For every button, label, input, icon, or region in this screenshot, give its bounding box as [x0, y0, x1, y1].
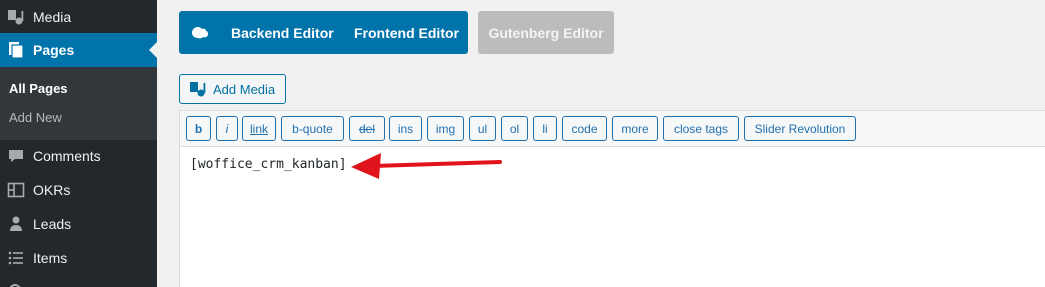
quicktags-toolbar: b i link b-quote del ins img ul ol li co…	[180, 111, 1045, 147]
sidebar-item-label: Leads	[33, 216, 72, 232]
qt-ol-button[interactable]: ol	[501, 116, 528, 141]
sidebar-item-leads[interactable]: Leads	[0, 207, 157, 241]
sidebar-item-items[interactable]: Items	[0, 241, 157, 275]
sidebar-item-label: Items	[33, 250, 68, 266]
submenu-item-all-pages[interactable]: All Pages	[9, 81, 68, 96]
pages-submenu: All Pages Add New	[0, 67, 157, 140]
qt-italic-button[interactable]: i	[216, 116, 238, 141]
comments-icon	[6, 146, 26, 166]
qt-close-tags-button[interactable]: close tags	[663, 116, 739, 141]
qt-del-button[interactable]: del	[349, 116, 385, 141]
text-editor: b i link b-quote del ins img ul ol li co…	[179, 110, 1045, 287]
sidebar-item-label: OKRs	[33, 182, 71, 198]
qt-code-button[interactable]: code	[562, 116, 607, 141]
qt-li-button[interactable]: li	[533, 116, 557, 141]
submenu-item-add-new[interactable]: Add New	[9, 110, 62, 125]
annotation-arrow-icon	[351, 153, 502, 179]
editor-content[interactable]: [woffice_crm_kanban]	[190, 157, 347, 172]
media-icon	[6, 7, 26, 27]
sidebar-item-label: Comments	[33, 148, 101, 164]
frontend-editor-button[interactable]: Frontend Editor	[354, 11, 459, 54]
sidebar-item-label: Media	[33, 9, 72, 25]
sidebar-item-pages[interactable]: Pages	[0, 33, 157, 67]
okrs-icon	[6, 180, 26, 200]
sidebar-item-okrs[interactable]: OKRs	[0, 173, 157, 207]
qt-ul-button[interactable]: ul	[469, 116, 496, 141]
settings-icon	[6, 278, 24, 287]
add-media-label: Add Media	[213, 81, 276, 97]
add-media-button[interactable]: Add Media	[179, 74, 286, 104]
backend-editor-button[interactable]: Backend Editor	[231, 11, 334, 54]
qt-blockquote-button[interactable]: b-quote	[281, 116, 344, 141]
sidebar-item-media[interactable]: Media	[0, 0, 157, 34]
leads-icon	[6, 214, 26, 234]
qt-more-button[interactable]: more	[612, 116, 658, 141]
sidebar-item-comments[interactable]: Comments	[0, 139, 157, 173]
qt-img-button[interactable]: img	[427, 116, 464, 141]
gutenberg-editor-button[interactable]: Gutenberg Editor	[478, 11, 614, 54]
qt-slider-revolution-button[interactable]: Slider Revolution	[744, 116, 856, 141]
composer-logo-icon	[189, 24, 209, 41]
qt-link-button[interactable]: link	[242, 116, 276, 141]
media-icon	[189, 80, 207, 98]
pages-icon	[6, 40, 26, 60]
items-icon	[6, 248, 26, 268]
qt-ins-button[interactable]: ins	[389, 116, 422, 141]
qt-bold-button[interactable]: b	[186, 116, 211, 141]
sidebar-item-label: Pages	[33, 42, 75, 58]
editor-switch-group: Backend Editor Frontend Editor	[179, 11, 468, 54]
admin-sidebar: Media Pages All Pages Add New Comments O…	[0, 0, 157, 287]
